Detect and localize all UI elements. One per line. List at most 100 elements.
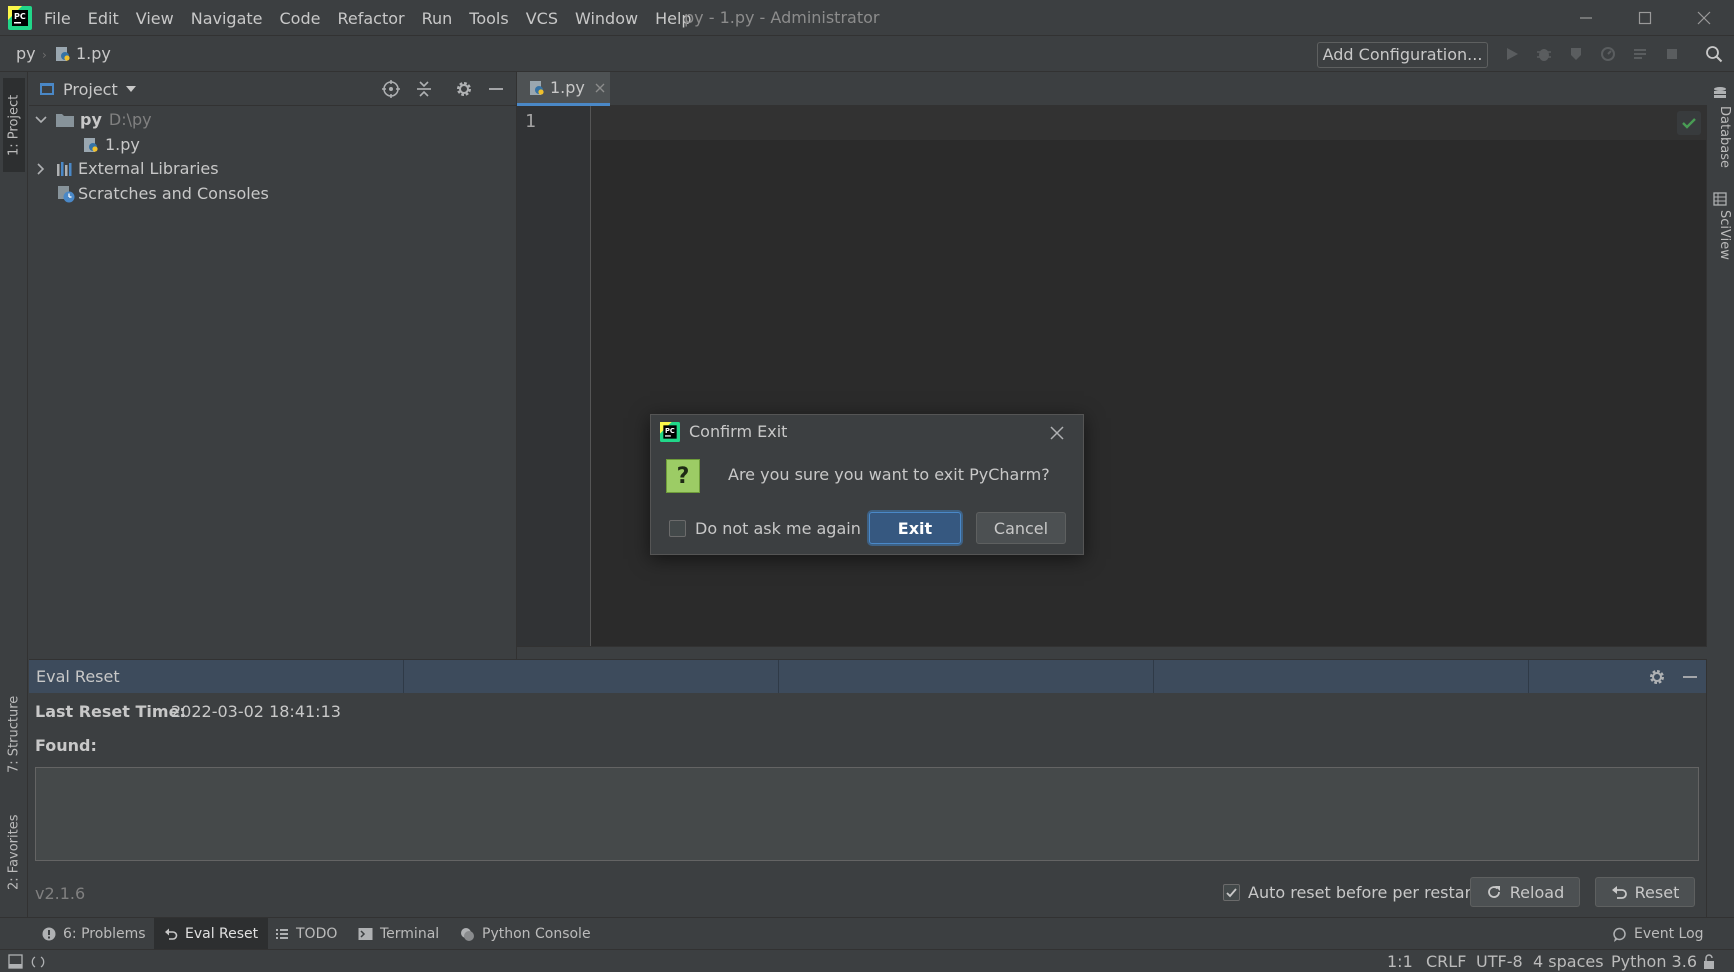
auto-reset-label: Auto reset before per restart [1248, 882, 1478, 902]
inspection-ok-indicator[interactable] [1677, 111, 1701, 135]
project-tool-tab[interactable]: 1: Project [3, 78, 25, 172]
menu-view[interactable]: View [136, 9, 174, 28]
menu-file[interactable]: File [44, 9, 71, 28]
indent-setting[interactable]: 4 spaces [1533, 950, 1604, 972]
editor-tab-label: 1.py [550, 78, 585, 97]
terminal-tool-tab[interactable]: Terminal [358, 918, 439, 950]
eval-settings-button[interactable] [1645, 665, 1669, 689]
coverage-button[interactable] [1564, 42, 1588, 66]
structure-tool-tab[interactable]: 7: Structure [3, 684, 25, 784]
header-divider [403, 660, 404, 693]
auto-reset-checkbox[interactable] [1223, 883, 1240, 901]
eval-reset-tool-tab[interactable]: Eval Reset [154, 918, 269, 950]
stop-button[interactable] [1660, 42, 1684, 66]
status-bar: 1:1 CRLF UTF-8 4 spaces Python 3.6 [0, 949, 1734, 972]
breadcrumb-file[interactable]: 1.py [76, 36, 111, 72]
caret-position[interactable]: 1:1 [1387, 950, 1413, 972]
menu-code[interactable]: Code [280, 9, 321, 28]
python-file-icon [84, 137, 98, 152]
structure-tool-tab-label: 7: Structure [6, 695, 22, 773]
lock-icon[interactable] [1703, 954, 1717, 969]
line-separator[interactable]: CRLF [1426, 950, 1466, 972]
python-console-tab-label: Python Console [482, 926, 591, 942]
menu-vcs[interactable]: VCS [526, 9, 558, 28]
tree-node-external-libraries[interactable]: External Libraries [35, 156, 219, 181]
minimize-icon [1683, 676, 1697, 678]
header-divider [778, 660, 779, 693]
minimize-button[interactable] [1557, 0, 1615, 36]
refresh-icon [1487, 886, 1500, 898]
eval-reset-header: Eval Reset [29, 660, 1706, 693]
terminal-tab-label: Terminal [380, 926, 440, 942]
close-window-button[interactable] [1675, 0, 1733, 36]
menu-run[interactable]: Run [422, 9, 453, 28]
minimize-icon [1580, 17, 1592, 19]
found-list[interactable] [35, 767, 1699, 861]
problems-tool-tab[interactable]: 6: Problems [42, 918, 146, 950]
tree-node-scratches[interactable]: Scratches and Consoles [57, 181, 269, 206]
reset-button[interactable]: Reset [1595, 877, 1695, 907]
problems-tab-label: 6: Problems [63, 926, 146, 942]
menu-edit[interactable]: Edit [88, 9, 119, 28]
menu-refactor[interactable]: Refactor [337, 9, 404, 28]
shield-icon [1571, 48, 1581, 60]
reset-button-label: Reset [1634, 882, 1680, 902]
sciview-icon [1713, 192, 1727, 206]
tree-node-1py[interactable]: 1.py [83, 132, 140, 157]
tree-node-py-path: D:\py [108, 110, 152, 129]
project-panel-header: Project [29, 72, 516, 106]
tree-node-py[interactable]: py D:\py [35, 107, 152, 132]
menu-window[interactable]: Window [575, 9, 638, 28]
cancel-button[interactable]: Cancel [976, 512, 1066, 544]
breadcrumb-project[interactable]: py [16, 36, 36, 72]
project-settings-button[interactable] [452, 77, 476, 101]
tree-node-py-label: py [80, 110, 102, 129]
database-icon [1713, 86, 1727, 100]
editor-bottom-strip [517, 646, 1707, 659]
project-view-selector[interactable]: Project [63, 72, 136, 106]
dialog-title: Confirm Exit [689, 422, 788, 441]
concurrency-button[interactable] [1628, 42, 1652, 66]
minimize-icon [489, 88, 503, 90]
search-everywhere-button[interactable] [1702, 42, 1726, 66]
sciview-tool-tab[interactable]: SciView [1710, 210, 1732, 270]
left-tool-stripe: 1: Project 7: Structure 2: Favorites [0, 72, 28, 917]
debug-button[interactable] [1532, 42, 1556, 66]
last-reset-value: 2022-03-02 18:41:13 [171, 702, 341, 721]
favorites-tool-tab[interactable]: 2: Favorites [3, 800, 25, 904]
reload-button[interactable]: Reload [1470, 877, 1580, 907]
tree-node-external-libraries-label: External Libraries [78, 159, 219, 178]
locate-file-button[interactable] [379, 77, 403, 101]
database-tool-tab[interactable]: Database [1710, 106, 1732, 176]
project-panel: Project py D:\py 1.py External Libraries… [29, 72, 516, 659]
maximize-icon [1638, 11, 1652, 25]
search-icon [1706, 46, 1723, 63]
toggle-tool-windows-icon[interactable] [8, 954, 23, 969]
exit-button[interactable]: Exit [869, 512, 961, 544]
menu-tools[interactable]: Tools [469, 9, 508, 28]
profile-button[interactable] [1596, 42, 1620, 66]
close-tab-icon[interactable] [595, 83, 605, 93]
event-log-tool-tab[interactable]: Event Log [1612, 918, 1704, 950]
python-interpreter[interactable]: Python 3.6 [1611, 950, 1697, 972]
dont-ask-again-option[interactable]: Do not ask me again [669, 519, 861, 538]
hide-panel-button[interactable] [484, 77, 508, 101]
header-divider [1528, 660, 1529, 693]
editor-area[interactable]: 1.py 1 [516, 72, 1707, 659]
hide-eval-panel-button[interactable] [1678, 665, 1702, 689]
checkmark-icon [1226, 887, 1237, 897]
auto-reset-option[interactable]: Auto reset before per restart [1223, 880, 1477, 904]
menu-navigate[interactable]: Navigate [191, 9, 263, 28]
todo-tool-tab[interactable]: TODO [275, 918, 337, 950]
dont-ask-again-checkbox[interactable] [669, 520, 686, 537]
run-button[interactable] [1500, 42, 1524, 66]
python-file-icon [530, 80, 544, 95]
maximize-button[interactable] [1616, 0, 1674, 36]
file-encoding[interactable]: UTF-8 [1476, 950, 1523, 972]
dialog-close-button[interactable] [1047, 423, 1067, 443]
editor-tab-1py[interactable]: 1.py [517, 72, 610, 106]
title-bar: PC File Edit View Navigate Code Refactor… [0, 0, 1734, 36]
python-console-tool-tab[interactable]: Python Console [460, 918, 591, 950]
add-configuration-button[interactable]: Add Configuration... [1317, 42, 1488, 68]
collapse-all-button[interactable] [412, 77, 436, 101]
